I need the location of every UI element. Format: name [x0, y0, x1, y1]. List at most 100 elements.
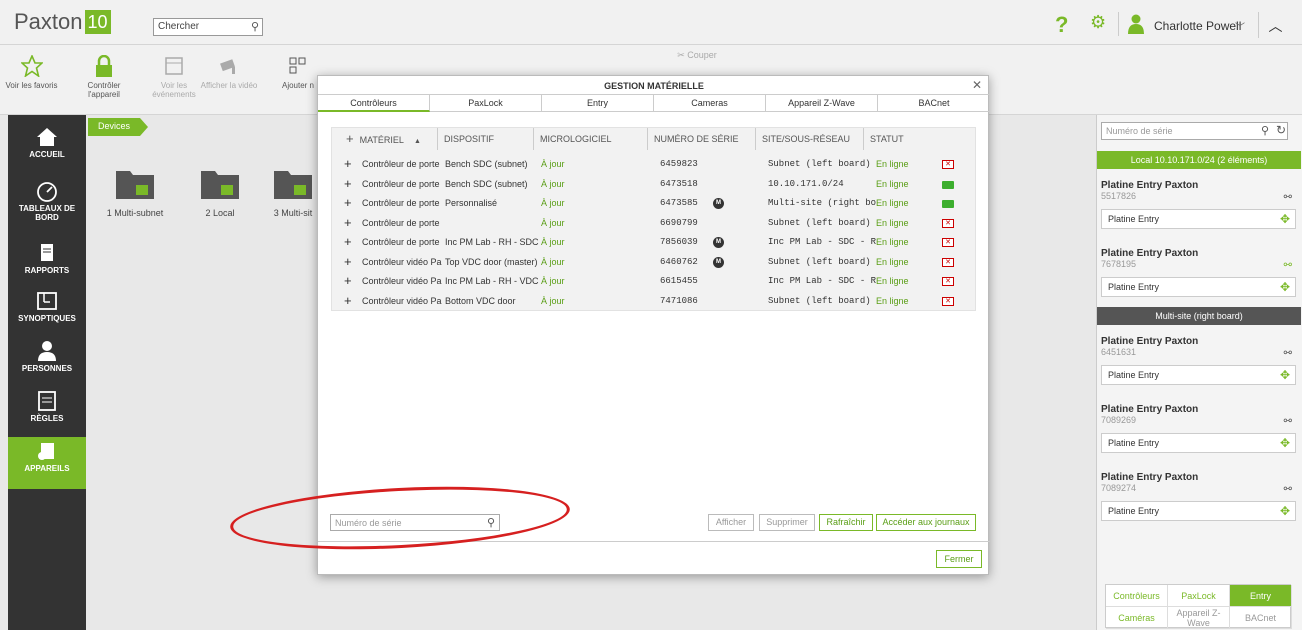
group-header-multi-site[interactable]: Multi-site (right board) [1097, 307, 1301, 325]
cell-micrologiciel[interactable]: À jour [541, 155, 565, 174]
panel-serial-search-input[interactable]: Numéro de série ⚲ ↻ [1101, 122, 1288, 140]
delete-button[interactable]: Supprimer [759, 514, 815, 531]
col-materiel[interactable]: + MATÉRIEL ▲ [332, 128, 438, 150]
close-button[interactable]: Fermer [936, 550, 982, 568]
tab-entry[interactable]: Entry [542, 95, 654, 112]
expand-row-icon[interactable]: + [344, 214, 352, 231]
entry-row[interactable]: Platine Entry ✥ [1101, 433, 1296, 453]
expand-row-icon[interactable]: + [344, 233, 352, 250]
nav-rapports[interactable]: RAPPORTS [8, 239, 86, 291]
table-row[interactable]: + Contrôleur de porte Personnalisé À jour 64… [332, 194, 975, 214]
move-icon[interactable]: ✥ [1280, 212, 1290, 226]
view-events-button[interactable]: Voir les événements [152, 55, 196, 99]
cell-site: Subnet (left board) [768, 159, 871, 169]
folder-multi-site[interactable]: 3 Multi-sit [270, 165, 316, 218]
table-row[interactable]: + Contrôleur vidéo Pa Top VDC door (master… [332, 253, 975, 273]
favorites-button[interactable]: Voir les favoris [4, 55, 59, 90]
close-icon[interactable]: ✕ [972, 78, 982, 92]
battery-error-icon: ✕ [942, 277, 954, 286]
entry-row[interactable]: Platine Entry ✥ [1101, 277, 1296, 297]
search-icon: ⚲ [250, 21, 259, 33]
table-row[interactable]: + Contrôleur de porte À jour 6690799 Subnet … [332, 214, 975, 234]
panel-tab-paxlock[interactable]: PaxLock [1168, 585, 1230, 607]
cell-materiel: Contrôleur vidéo Pa [362, 295, 442, 306]
refresh-icon[interactable]: ↻ [1276, 123, 1286, 137]
panel-tab-cameras[interactable]: Caméras [1106, 607, 1168, 629]
tab-z-wave[interactable]: Appareil Z-Wave [766, 95, 878, 112]
move-icon[interactable]: ✥ [1280, 504, 1290, 518]
expand-row-icon[interactable]: + [344, 292, 352, 309]
cell-micrologiciel[interactable]: À jour [541, 253, 565, 272]
table-row[interactable]: + Contrôleur de porte Bench SDC (subnet) À … [332, 175, 975, 195]
cell-statut: En ligne [876, 237, 909, 247]
link-icon: ⚯ [1283, 416, 1292, 427]
nav-accueil[interactable]: ACCUEIL [8, 123, 86, 175]
move-icon[interactable]: ✥ [1280, 280, 1290, 294]
nav-tableaux-de-bord[interactable]: TABLEAUX DE BORD [8, 177, 86, 229]
entry-panel-card[interactable]: Platine Entry Paxton 5517826 ⚯ Platine Ent… [1101, 180, 1296, 229]
cut-button[interactable]: ✂ Couper [672, 51, 722, 60]
col-numero-de-serie[interactable]: NUMÉRO DE SÉRIE [648, 128, 756, 150]
cell-micrologiciel[interactable]: À jour [541, 214, 565, 233]
entry-panel-card[interactable]: Platine Entry Paxton 6451631 ⚯ Platine Ent… [1101, 336, 1296, 385]
move-icon[interactable]: ✥ [1280, 368, 1290, 382]
entry-panel-card[interactable]: Platine Entry Paxton 7678195 ⚯ Platine Ent… [1101, 248, 1296, 297]
col-statut[interactable]: STATUT [864, 128, 977, 150]
cell-micrologiciel[interactable]: À jour [541, 292, 565, 311]
add-button[interactable]: Ajouter n [280, 55, 316, 90]
move-icon[interactable]: ✥ [1280, 436, 1290, 450]
folder-multi-subnet[interactable]: 1 Multi-subnet [105, 165, 165, 218]
panel-tab-bacnet[interactable]: BACnet [1230, 607, 1292, 629]
global-search-input[interactable]: Chercher ⚲ [153, 18, 263, 36]
panel-tab-zwave[interactable]: Appareil Z-Wave [1168, 607, 1230, 629]
chevron-down-icon[interactable]: ﹀ [1235, 19, 1245, 34]
cell-serial: 6615455 [660, 276, 698, 286]
table-row[interactable]: + Contrôleur vidéo Pa Bottom VDC door À jou… [332, 292, 975, 312]
tab-cameras[interactable]: Cameras [654, 95, 766, 112]
panel-tab-controleurs[interactable]: Contrôleurs [1106, 585, 1168, 607]
entry-row[interactable]: Platine Entry ✥ [1101, 501, 1296, 521]
cell-micrologiciel[interactable]: À jour [541, 272, 565, 291]
expand-row-icon[interactable]: + [344, 272, 352, 289]
table-row[interactable]: + Contrôleur de porte Inc PM Lab - RH - SD… [332, 233, 975, 253]
access-logs-button[interactable]: Accéder aux journaux [876, 514, 976, 531]
tab-paxlock[interactable]: PaxLock [430, 95, 542, 112]
cell-micrologiciel[interactable]: À jour [541, 233, 565, 252]
group-header-local[interactable]: Local 10.10.171.0/24 (2 éléments) [1097, 151, 1301, 169]
expand-all-icon[interactable]: + [346, 131, 354, 146]
cell-micrologiciel[interactable]: À jour [541, 194, 565, 213]
expand-row-icon[interactable]: + [344, 175, 352, 192]
show-button[interactable]: Afficher [708, 514, 754, 531]
expand-row-icon[interactable]: + [344, 194, 352, 211]
entry-row[interactable]: Platine Entry ✥ [1101, 209, 1296, 229]
col-micrologiciel[interactable]: MICROLOGICIEL [534, 128, 648, 150]
col-site[interactable]: SITE/SOUS-RÉSEAU [756, 128, 864, 150]
table-row[interactable]: + Contrôleur vidéo Pa Inc PM Lab - RH - VD… [332, 272, 975, 292]
expand-row-icon[interactable]: + [344, 253, 352, 270]
nav-regles[interactable]: RÈGLES [8, 387, 86, 439]
tab-bacnet[interactable]: BACnet [878, 95, 990, 112]
nav-synoptiques[interactable]: SYNOPTIQUES [8, 287, 86, 339]
cell-dispositif: Personnalisé [445, 198, 498, 208]
settings-gear-icon[interactable]: ⚙ [1090, 12, 1106, 33]
entry-panel-card[interactable]: Platine Entry Paxton 7089274 ⚯ Platine Ent… [1101, 472, 1296, 521]
col-dispositif[interactable]: DISPOSITIF [438, 128, 534, 150]
panel-tab-entry[interactable]: Entry [1230, 585, 1292, 607]
help-icon[interactable]: ? [1055, 12, 1068, 38]
refresh-button[interactable]: Rafraîchir [819, 514, 873, 531]
expand-row-icon[interactable]: + [344, 155, 352, 172]
master-badge-icon: M [713, 237, 724, 248]
tab-controleurs[interactable]: Contrôleurs [318, 95, 430, 112]
nav-personnes[interactable]: PERSONNES [8, 337, 86, 389]
breadcrumb[interactable]: Devices [88, 118, 149, 136]
table-row[interactable]: + Contrôleur de porte Bench SDC (subnet) À … [332, 155, 975, 175]
entry-panel-card[interactable]: Platine Entry Paxton 7089269 ⚯ Platine Ent… [1101, 404, 1296, 453]
nav-appareils[interactable]: APPAREILS [8, 437, 86, 489]
folder-local[interactable]: 2 Local [190, 165, 250, 218]
collapse-ribbon-button[interactable]: ︿ [1258, 12, 1292, 38]
user-menu[interactable]: Charlotte Powell [1154, 19, 1241, 33]
entry-row[interactable]: Platine Entry ✥ [1101, 365, 1296, 385]
show-video-button[interactable]: Afficher la vidéo [200, 55, 258, 90]
control-device-button[interactable]: Contrôler l'appareil [82, 55, 126, 99]
cell-micrologiciel[interactable]: À jour [541, 175, 565, 194]
